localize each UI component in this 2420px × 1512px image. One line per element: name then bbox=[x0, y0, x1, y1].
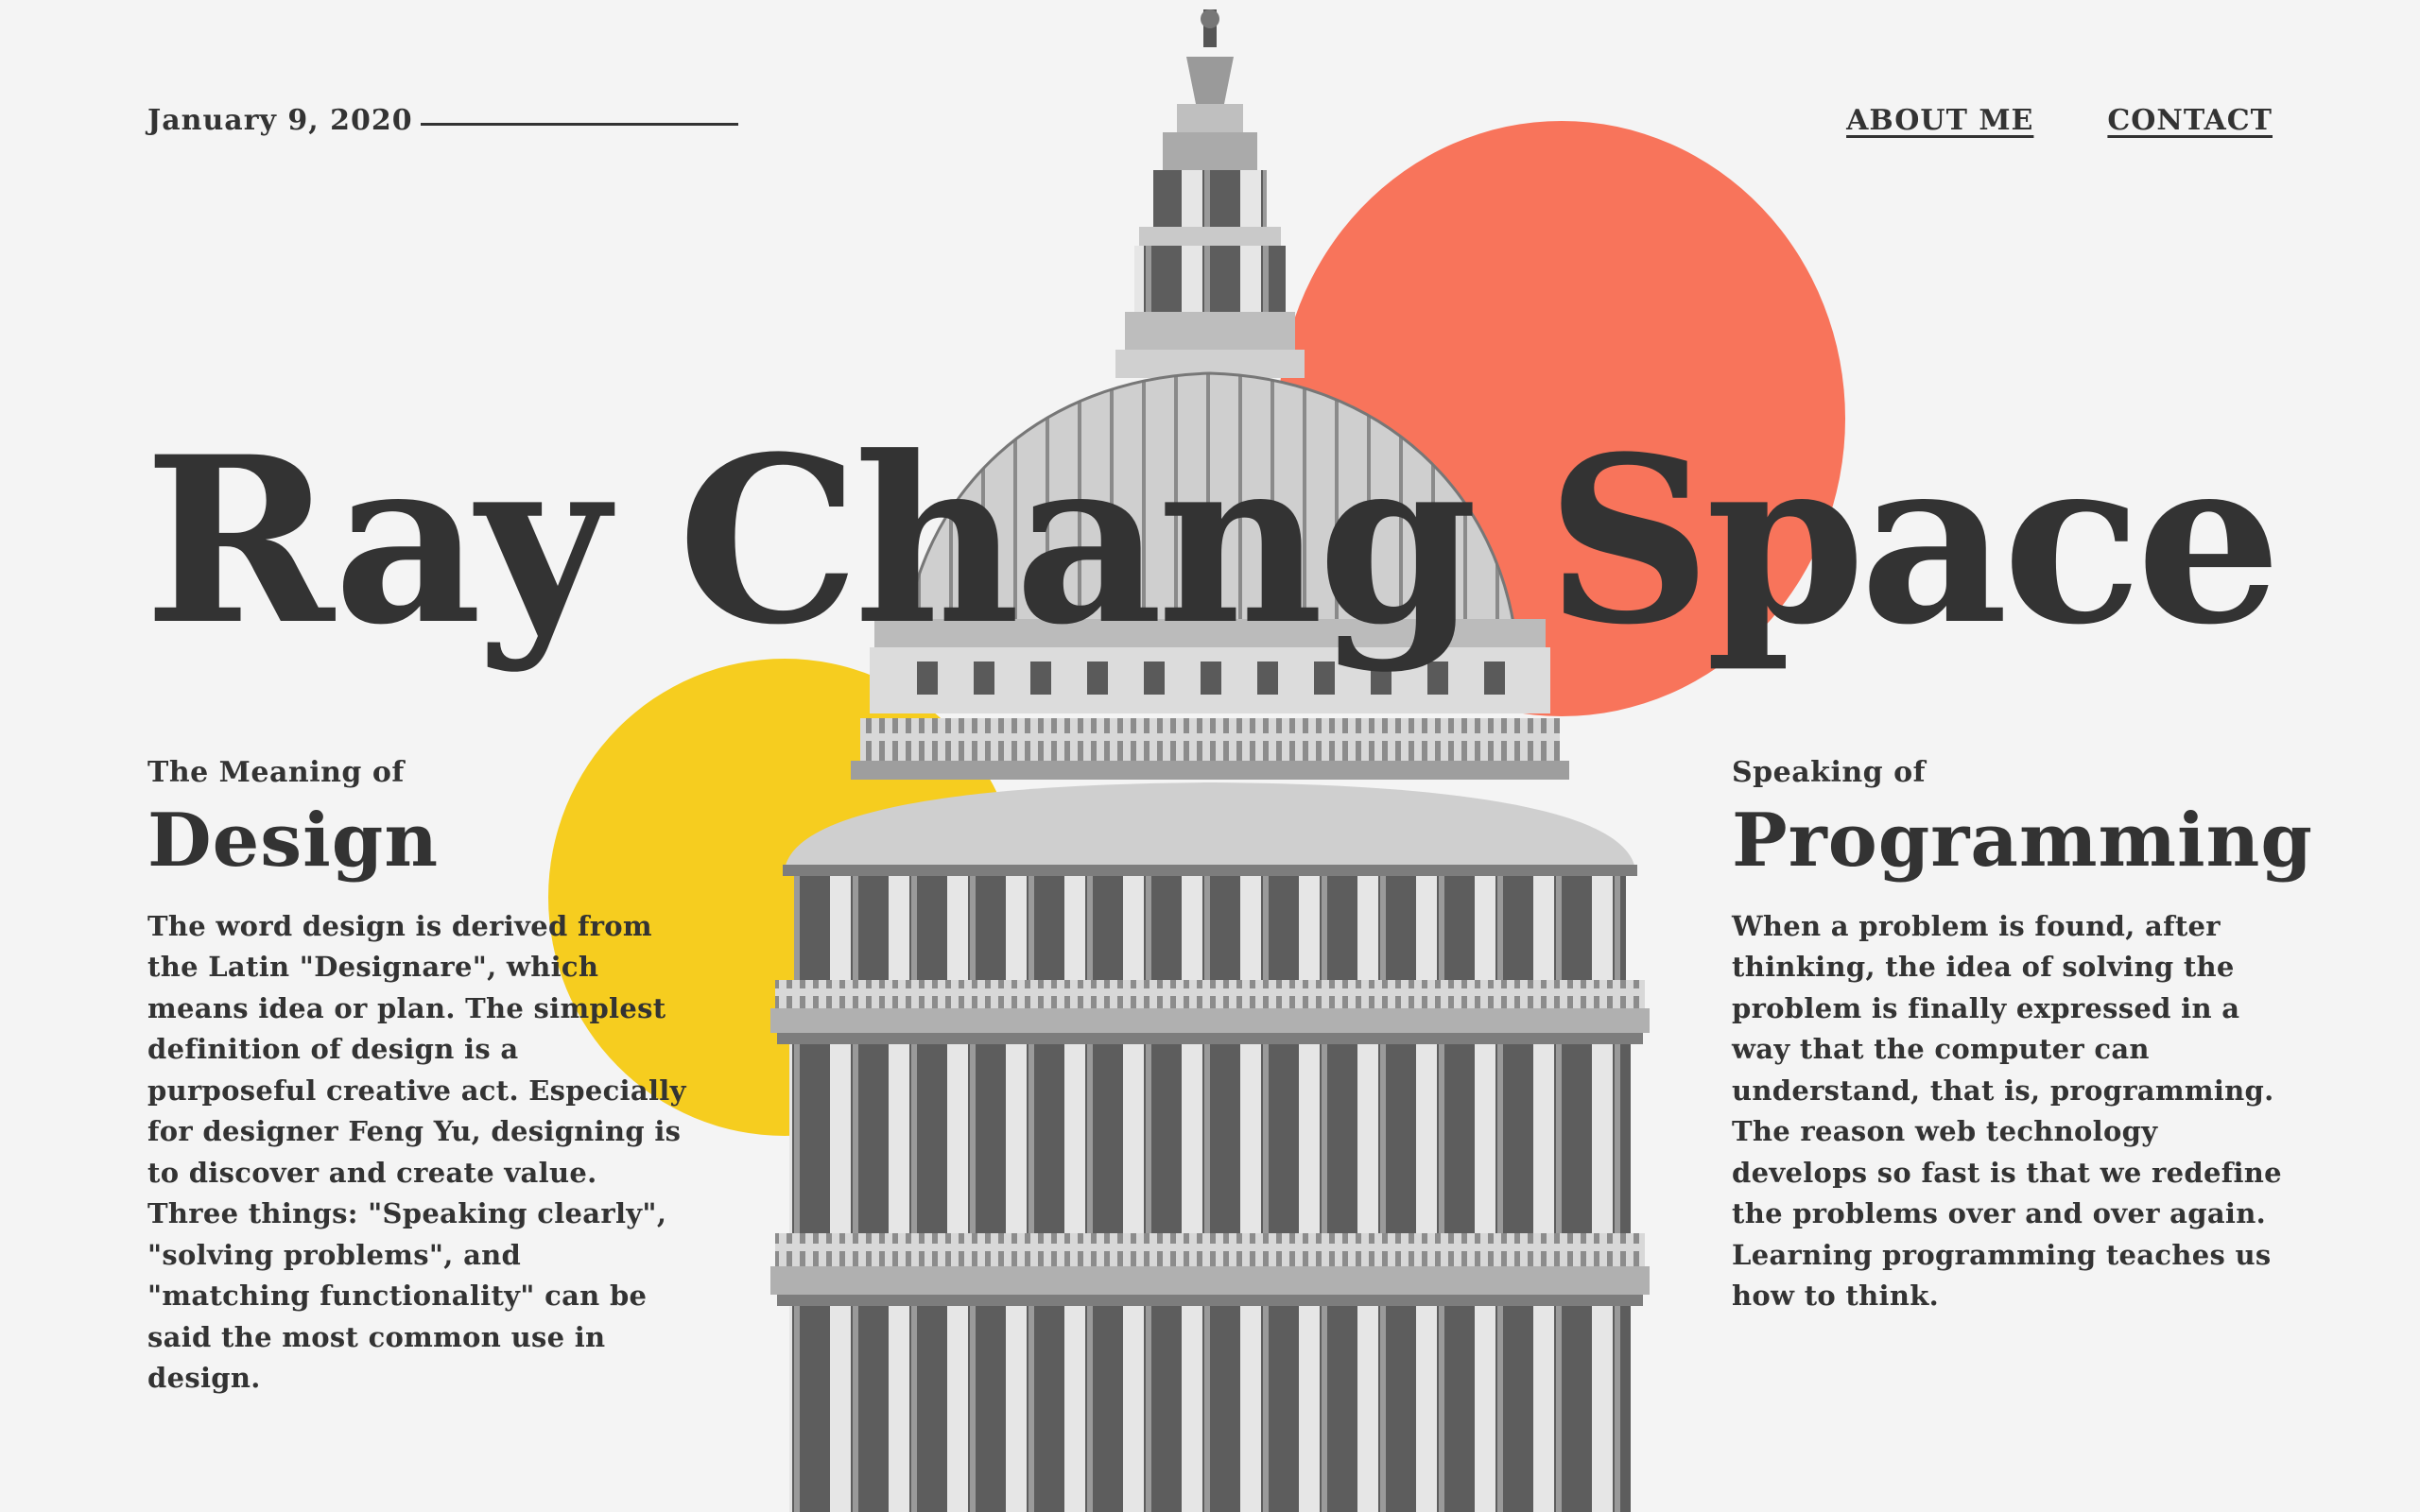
design-body: The word design is derived from the Lati… bbox=[147, 909, 686, 1395]
nav-contact-link[interactable]: CONTACT bbox=[2107, 104, 2273, 137]
programming-heading: Programming bbox=[1732, 798, 2313, 884]
site-title: Ray Chang Space bbox=[144, 407, 2281, 677]
top-nav: ABOUT ME CONTACT bbox=[1846, 104, 2273, 137]
dome-building-image bbox=[770, 9, 1650, 1512]
programming-section: Speaking of Programming When a problem i… bbox=[1732, 756, 2313, 1317]
programming-body: When a problem is found, after thinking,… bbox=[1732, 909, 2282, 1313]
design-heading: Design bbox=[147, 798, 440, 884]
post-date: January 9, 2020 bbox=[147, 104, 413, 137]
nav-about-me-link[interactable]: ABOUT ME bbox=[1846, 104, 2033, 137]
programming-kicker: Speaking of bbox=[1732, 756, 1926, 789]
design-section: The Meaning of Design The word design is… bbox=[147, 756, 686, 1400]
design-kicker: The Meaning of bbox=[147, 756, 405, 789]
date-divider bbox=[421, 123, 738, 126]
